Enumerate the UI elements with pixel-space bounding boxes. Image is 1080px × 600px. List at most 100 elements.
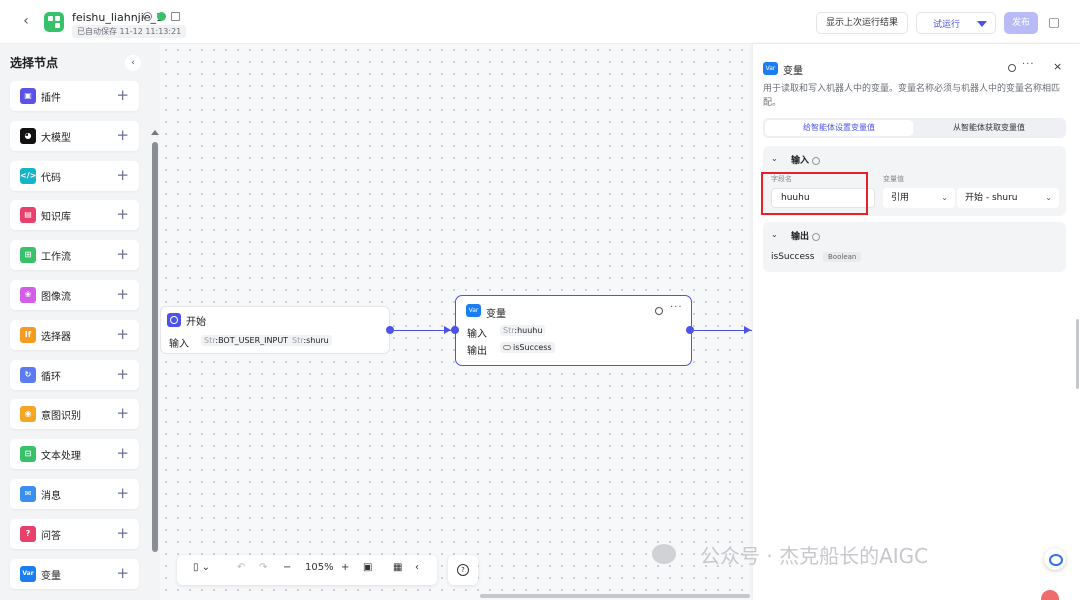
sidebar-node-label: 大模型 xyxy=(41,132,71,144)
add-node-icon[interactable]: + xyxy=(116,245,129,263)
sidebar-node-item[interactable]: ↻ 循环 + xyxy=(10,359,139,390)
sidebar-node-label: 选择器 xyxy=(41,331,71,343)
sidebar-node-item[interactable]: If 选择器 + xyxy=(10,319,139,350)
message-icon: ✉ xyxy=(20,486,36,502)
chevron-down-icon[interactable] xyxy=(977,21,987,27)
add-node-icon[interactable]: + xyxy=(116,564,129,582)
panel-scrollbar[interactable] xyxy=(1076,319,1079,389)
chevron-down-icon[interactable]: ⌄ xyxy=(771,154,778,163)
start-output-port[interactable] xyxy=(386,326,394,334)
run-node-icon[interactable] xyxy=(655,307,663,315)
add-node-icon[interactable]: + xyxy=(116,444,129,462)
variable-node-icon: Var xyxy=(466,304,481,317)
layout-icon[interactable]: ▦ xyxy=(393,562,402,573)
undo-icon[interactable]: ↶ xyxy=(237,562,245,573)
add-node-icon[interactable]: + xyxy=(116,205,129,223)
autosave-status: 已自动保存 11-12 11:13:21 xyxy=(72,25,187,38)
zoom-level[interactable]: 105% xyxy=(305,562,334,573)
trial-run-button[interactable]: 试运行 xyxy=(916,12,996,34)
copy-icon[interactable] xyxy=(1049,18,1059,28)
variable-output-port[interactable] xyxy=(686,326,694,334)
plugin-icon: ▣ xyxy=(20,88,36,104)
collapse-icon[interactable]: ‹ xyxy=(415,562,419,573)
qa-icon: ? xyxy=(20,525,36,542)
collapse-sidebar-icon[interactable]: ‹ xyxy=(125,55,141,71)
assistant-float-button[interactable] xyxy=(1044,548,1066,570)
more-icon[interactable]: ··· xyxy=(670,302,683,313)
sidebar-node-item[interactable]: ? 问答 + xyxy=(10,518,139,549)
top-bar: ‹ feishu_liahnjie_1 已自动保存 11-12 11:13:21… xyxy=(0,0,1080,44)
sidebar-node-label: 知识库 xyxy=(41,212,71,224)
add-node-icon[interactable]: + xyxy=(116,166,129,184)
add-node-icon[interactable]: + xyxy=(116,325,129,343)
publish-button[interactable]: 发布 xyxy=(1004,12,1038,34)
variable-node[interactable]: Var 变量 ··· 输入 Str:huuhu 输出 isSuccess xyxy=(455,295,692,366)
add-node-icon[interactable]: + xyxy=(116,86,129,104)
add-node-icon[interactable]: + xyxy=(116,524,129,542)
input-section-title: 输入 xyxy=(791,153,821,166)
node-sidebar: 选择节点 ‹ ▣ 插件 + ◕ 大模型 + </> 代码 + ▤ 知识库 + ⊞ 工作流 + ❀ 图像流 + If 选… xyxy=(0,44,160,600)
llm-icon: ◕ xyxy=(20,127,36,144)
watermark: 公众号 · 杰克船长的AIGC xyxy=(700,544,929,568)
knowledge-icon: ▤ xyxy=(20,207,36,224)
sidebar-node-item[interactable]: ▣ 插件 + xyxy=(10,81,139,111)
sidebar-node-item[interactable]: ◕ 大模型 + xyxy=(10,120,139,151)
back-icon[interactable]: ‹ xyxy=(18,13,34,29)
output-type-badge: Boolean xyxy=(823,252,862,262)
add-node-icon[interactable]: + xyxy=(116,404,129,422)
variable-input-port[interactable] xyxy=(451,326,459,334)
tab-set-variable[interactable]: 给智能体设置变量值 xyxy=(765,120,913,136)
help-icon: ? xyxy=(457,564,469,576)
sidebar-node-label: 变量 xyxy=(41,570,61,582)
workflow-icon: ⊞ xyxy=(20,247,36,264)
edit-icon[interactable] xyxy=(170,12,180,21)
run-node-icon[interactable] xyxy=(1008,64,1016,72)
tab-get-variable[interactable]: 从智能体获取变量值 xyxy=(915,120,1063,136)
sidebar-node-item[interactable]: Var 变量 + xyxy=(10,558,139,589)
scroll-up-icon[interactable] xyxy=(151,130,159,135)
fit-view-icon[interactable]: ▣ xyxy=(363,562,372,573)
chevron-down-icon[interactable]: ⌄ xyxy=(771,230,778,239)
zoom-in-icon[interactable]: + xyxy=(341,562,349,573)
output-section-title: 输出 xyxy=(791,229,821,242)
variable-output-tag: isSuccess xyxy=(500,342,555,353)
show-last-run-button[interactable]: 显示上次运行结果 xyxy=(816,12,908,34)
info-icon xyxy=(812,156,821,165)
sidebar-node-item[interactable]: ⊞ 工作流 + xyxy=(10,240,139,271)
zoom-out-icon[interactable]: − xyxy=(283,562,291,573)
condition-icon: If xyxy=(20,326,36,343)
node-config-panel: Var 变量 ··· × 用于读取和写入机器人中的变量。变量名称必须与机器人中的… xyxy=(753,44,1080,600)
add-node-icon[interactable]: + xyxy=(116,365,129,383)
sidebar-node-label: 问答 xyxy=(41,530,61,542)
sidebar-node-item[interactable]: ▤ 知识库 + xyxy=(10,200,139,231)
sidebar-node-item[interactable]: </> 代码 + xyxy=(10,160,139,191)
panel-description: 用于读取和写入机器人中的变量。变量名称必须与机器人中的变量名称相匹配。 xyxy=(763,84,1061,108)
canvas-horizontal-scrollbar[interactable] xyxy=(480,594,750,598)
redo-icon[interactable]: ↷ xyxy=(259,562,267,573)
panel-title: 变量 xyxy=(783,66,803,77)
start-icon xyxy=(167,313,181,327)
sidebar-node-item[interactable]: ❀ 图像流 + xyxy=(10,280,139,310)
canvas-toolbar: ▯ ⌄ ↶ ↷ − 105% + ▣ ▦ ‹ xyxy=(177,555,437,585)
sidebar-node-item[interactable]: ⊟ 文本处理 + xyxy=(10,439,139,470)
sidebar-node-item[interactable]: ◉ 意图识别 + xyxy=(10,399,139,430)
workflow-canvas[interactable]: 开始 输入 Str:BOT_USER_INPUT Str:shuru Var 变… xyxy=(160,44,753,600)
info-icon xyxy=(812,232,821,241)
start-node[interactable]: 开始 输入 Str:BOT_USER_INPUT Str:shuru xyxy=(160,306,390,354)
add-node-icon[interactable]: + xyxy=(116,126,129,144)
field-value-label: 变量值 xyxy=(883,175,904,183)
add-node-icon[interactable]: + xyxy=(116,484,129,502)
title-status-icons xyxy=(143,12,182,22)
output-name: isSuccess xyxy=(771,252,815,262)
close-icon[interactable]: × xyxy=(1053,60,1062,73)
reference-value-select[interactable]: 开始 - shuru ⌄ xyxy=(957,188,1059,208)
more-icon[interactable]: ··· xyxy=(1022,59,1035,70)
add-node-icon[interactable]: + xyxy=(116,285,129,303)
help-button[interactable]: ? xyxy=(448,555,478,585)
workflow-logo-icon xyxy=(44,12,64,32)
pointer-mode-icon[interactable]: ▯ ⌄ xyxy=(193,562,210,573)
sidebar-scrollbar[interactable] xyxy=(152,142,158,552)
sidebar-node-item[interactable]: ✉ 消息 + xyxy=(10,479,139,509)
reference-type-select[interactable]: 引用 ⌄ xyxy=(883,188,955,208)
sidebar-node-label: 意图识别 xyxy=(41,411,81,423)
